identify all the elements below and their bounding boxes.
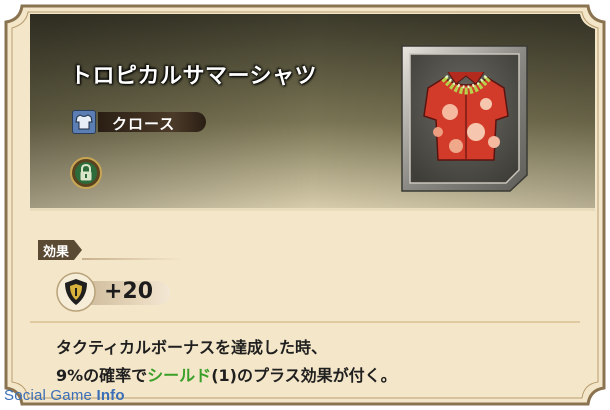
description-line-2: 9%の確率でシールド(1)のプラス効果が付く。 (56, 362, 397, 390)
description-line-2-suffix: (1)のプラス効果が付く。 (211, 366, 397, 385)
item-name: トロピカルサマーシャツ (70, 64, 318, 89)
item-image-frame (398, 42, 531, 195)
stat-value: +20 (104, 279, 154, 304)
shield-keyword: シールド (147, 366, 212, 385)
description-line-1: タクティカルボーナスを達成した時、 (56, 338, 328, 357)
category-badge: クロース (72, 110, 206, 134)
padlock-icon[interactable] (70, 157, 102, 189)
effect-description: タクティカルボーナスを達成した時、 9%の確率でシールド(1)のプラス効果が付く… (56, 334, 397, 390)
shirt-icon (72, 110, 96, 134)
category-label: クロース (112, 115, 176, 133)
watermark-suffix: Info (96, 387, 125, 404)
watermark: Social Game Info (4, 387, 125, 404)
effect-tag: 効果 (43, 245, 70, 260)
shield-icon (55, 271, 97, 313)
description-line-2-prefix: 9%の確率で (56, 366, 148, 385)
item-detail-card: トロピカルサマーシャツ クロース 効果 +20 タクティカルボーナスを達成した時… (0, 0, 610, 410)
watermark-prefix: Social Game (4, 387, 93, 404)
effect-divider (82, 258, 182, 260)
tropical-shirt-image (401, 45, 528, 192)
